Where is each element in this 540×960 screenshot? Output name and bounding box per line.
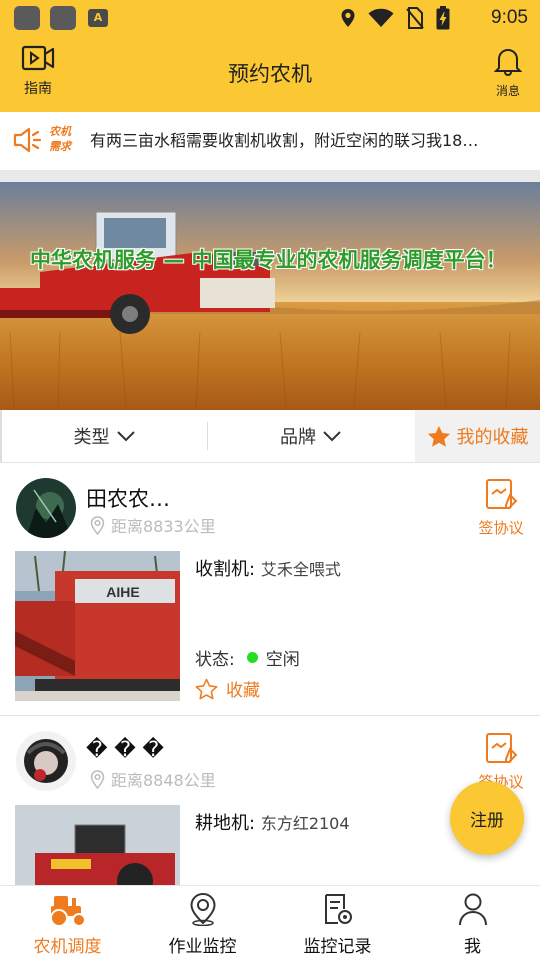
machine-type: 收割机: — [195, 559, 256, 580]
favorite-label: 收藏 — [226, 681, 260, 701]
nav-label: 我 — [464, 937, 481, 957]
brand-filter-dropdown[interactable]: 品牌 — [207, 410, 415, 462]
distance: 距离8833公里 — [90, 513, 216, 537]
type-filter-dropdown[interactable]: 类型 — [0, 410, 207, 462]
distance-text: 距离8848公里 — [111, 771, 216, 790]
owner-name: � � � — [86, 737, 164, 761]
speaker-icon — [13, 127, 42, 153]
demand-tag: 农机 需求 — [49, 124, 79, 154]
demand-tag-line2: 需求 — [49, 140, 71, 153]
distance: 距离8848公里 — [90, 767, 216, 791]
nav-tab-machine-dispatch[interactable]: 农机调度 — [0, 886, 135, 960]
machine-type-row: 收割机: 艾禾全喂式 — [195, 555, 341, 581]
notice-text: 有两三亩水稻需要收割机收割，附近空闲的联习我18… — [90, 131, 479, 150]
machine-model: 东方红2104 — [260, 814, 350, 833]
filter-bar: 类型 品牌 我的收藏 — [0, 410, 540, 463]
location-pin-icon — [90, 515, 105, 535]
location-pin-icon — [90, 769, 105, 789]
star-outline-icon — [195, 678, 218, 699]
messages-button[interactable]: 消息 — [484, 46, 532, 99]
machine-photo — [15, 805, 180, 885]
nav-label: 农机调度 — [33, 937, 102, 957]
avatar — [16, 478, 76, 538]
nav-tab-me[interactable]: 我 — [405, 886, 540, 960]
handshake-contract-icon — [486, 479, 518, 509]
machine-type: 耕地机: — [195, 813, 256, 834]
status-label: 状态: — [195, 650, 235, 670]
app-header: 指南 预约农机 消息 — [0, 36, 540, 112]
location-pin-icon — [189, 892, 216, 926]
chevron-down-icon — [116, 431, 135, 442]
distance-text: 距离8833公里 — [111, 517, 216, 536]
my-favorites-button[interactable]: 我的收藏 — [415, 410, 540, 462]
person-icon — [458, 893, 487, 926]
avatar — [16, 731, 76, 791]
owner-name: 田农农… — [86, 487, 170, 511]
page-title: 预约农机 — [228, 62, 312, 86]
nav-label: 作业监控 — [168, 937, 237, 957]
status-row: 状态: 空闲 — [195, 645, 300, 670]
wifi-icon — [368, 8, 394, 27]
status-dot-icon — [246, 652, 258, 663]
machine-listing-card[interactable]: 田农农… 距离8833公里 签协议 AIHE 收割机: 艾禾全喂式 状态: 空闲… — [0, 463, 540, 716]
demand-notice-bar[interactable]: 农机 需求 有两三亩水稻需要收割机收割，附近空闲的联习我18… — [0, 112, 540, 170]
app-root: A 9:05 指南 预约农机 消息 农机 需求 有两三亩水稻需要收割机收割，附近… — [0, 0, 540, 960]
promo-banner[interactable]: 中华农机服务 — 中国最专业的农机服务调度平台！ — [0, 182, 540, 410]
location-icon — [341, 9, 355, 27]
machine-type-row: 耕地机: 东方红2104 — [195, 809, 350, 835]
chevron-down-icon — [323, 431, 341, 442]
status-icons — [340, 6, 450, 30]
section-divider — [0, 170, 540, 182]
clock: 9:05 — [491, 7, 528, 28]
sign-agreement-button[interactable]: 签协议 — [476, 477, 526, 538]
handshake-contract-icon — [486, 733, 518, 763]
no-sim-icon — [406, 7, 424, 29]
record-document-icon — [324, 894, 352, 924]
demand-tag-line1: 农机 — [49, 125, 71, 138]
status-value: 空闲 — [265, 650, 300, 670]
nav-label: 监控记录 — [303, 937, 372, 957]
font-app-icon: A — [88, 9, 108, 27]
app-notification-icon — [50, 6, 76, 30]
favorite-button[interactable]: 收藏 — [195, 676, 260, 701]
my-favorites-label: 我的收藏 — [456, 427, 529, 448]
messages-label: 消息 — [495, 84, 520, 98]
bottom-navigation: 农机调度 作业监控 监控记录 我 — [0, 885, 540, 960]
tractor-icon — [49, 896, 86, 927]
register-button[interactable]: 注册 — [450, 781, 524, 855]
battery-charging-icon — [436, 6, 450, 30]
type-filter-label: 类型 — [73, 427, 110, 448]
machine-brand-text: AIHE — [106, 584, 139, 600]
nav-tab-monitor-records[interactable]: 监控记录 — [270, 886, 405, 960]
sign-agreement-label: 签协议 — [478, 519, 524, 537]
banner-headline: 中华农机服务 — 中国最专业的农机服务调度平台！ — [30, 248, 507, 272]
machine-model: 艾禾全喂式 — [260, 560, 341, 579]
star-filled-icon — [427, 425, 450, 447]
status-bar: A 9:05 — [0, 0, 540, 36]
bell-icon — [493, 48, 523, 77]
brand-filter-label: 品牌 — [280, 427, 316, 448]
harvester-field-image — [0, 182, 540, 410]
app-notification-icon — [14, 6, 40, 30]
nav-tab-job-monitor[interactable]: 作业监控 — [135, 886, 270, 960]
machine-photo: AIHE — [15, 551, 180, 701]
